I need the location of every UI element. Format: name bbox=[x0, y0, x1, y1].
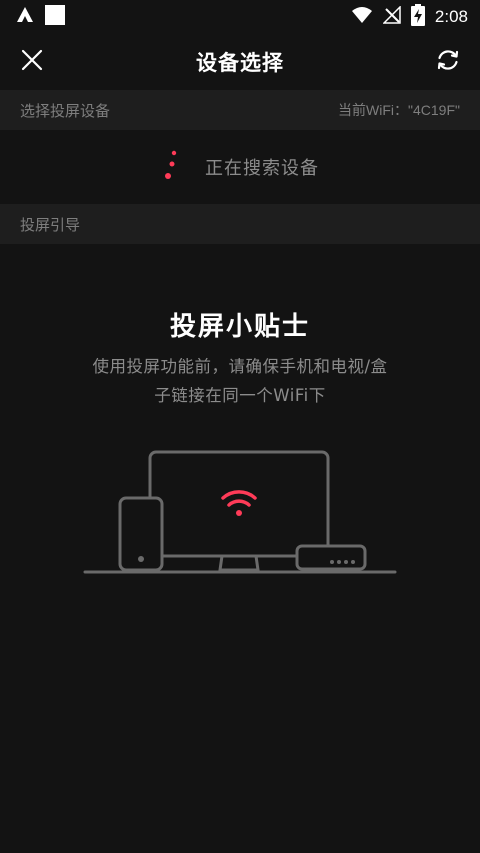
device-section-label: 选择投屏设备 bbox=[20, 101, 111, 120]
device-section-header: 选择投屏设备 当前WiFi："4C19F" bbox=[0, 90, 480, 130]
guide-section-label: 投屏引导 bbox=[20, 215, 81, 234]
wifi-icon bbox=[351, 6, 373, 28]
tips-description: 使用投屏功能前，请确保手机和电视/盒 子链接在同一个WiFi下 bbox=[70, 352, 410, 410]
close-icon bbox=[21, 49, 43, 75]
refresh-button[interactable] bbox=[420, 34, 476, 90]
cast-wifi-icon bbox=[221, 490, 257, 516]
app-a-icon bbox=[16, 6, 34, 28]
tips-title: 投屏小贴士 bbox=[169, 312, 310, 342]
searching-text: 正在搜索设备 bbox=[205, 158, 319, 179]
no-signal-icon bbox=[382, 5, 401, 28]
phone-icon bbox=[118, 496, 164, 572]
tips-desc-line-2: 子链接在同一个WiFi下 bbox=[154, 386, 326, 405]
status-right: 2:08 bbox=[351, 4, 468, 30]
status-left bbox=[16, 4, 66, 30]
refresh-icon bbox=[435, 47, 461, 77]
status-time: 2:08 bbox=[434, 7, 468, 26]
page-title: 设备选择 bbox=[196, 51, 284, 75]
cast-illustration bbox=[80, 446, 400, 578]
battery-charging-icon bbox=[410, 4, 425, 30]
current-wifi-info: 当前WiFi："4C19F" bbox=[338, 102, 460, 118]
guide-section-header: 投屏引导 bbox=[0, 204, 480, 244]
set-top-box-icon bbox=[295, 544, 367, 571]
status-bar: 2:08 bbox=[0, 0, 480, 34]
notification-square-icon bbox=[44, 4, 66, 30]
loading-spinner-icon bbox=[161, 147, 181, 187]
tips-desc-line-1: 使用投屏功能前，请确保手机和电视/盒 bbox=[92, 357, 388, 376]
close-button[interactable] bbox=[4, 34, 60, 90]
searching-row: 正在搜索设备 bbox=[0, 130, 480, 204]
app-bar: 设备选择 bbox=[0, 34, 480, 90]
